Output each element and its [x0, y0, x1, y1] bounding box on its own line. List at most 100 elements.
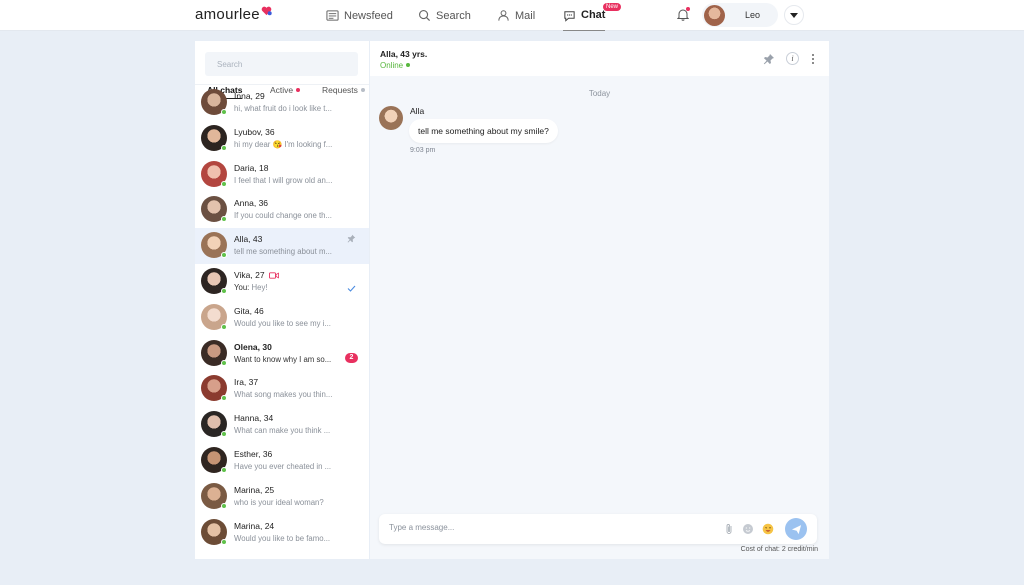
contact-name: Inna, 29 [234, 91, 265, 101]
chat-list-item[interactable]: Alla, 43 tell me something about m... [195, 228, 369, 264]
message-input[interactable] [389, 523, 689, 532]
online-indicator [221, 216, 227, 223]
last-message-preview: hi, what fruit do i look like t... [234, 104, 340, 113]
last-message-preview: tell me something about m... [234, 247, 340, 256]
contact-name: Vika, 27 [234, 270, 279, 280]
more-options-icon[interactable] [811, 53, 815, 65]
chat-list-item[interactable]: Esther, 36 Have you ever cheated in ... [195, 443, 369, 479]
read-check-icon [347, 285, 356, 292]
status-text: Online [380, 61, 404, 70]
pinned-icon [347, 234, 356, 243]
preview-text: Would you like to see my i... [234, 318, 331, 328]
info-button[interactable]: i [786, 52, 799, 65]
contact-name: Gita, 46 [234, 306, 264, 316]
chat-list-item[interactable]: Inna, 29 hi, what fruit do i look like t.… [195, 85, 369, 121]
nav-label: Search [436, 9, 471, 22]
logo[interactable]: amourlee [195, 6, 272, 23]
chat-list-item[interactable]: Daria, 18 I feel that I will grow old an.… [195, 157, 369, 193]
message-time: 9:03 pm [410, 147, 436, 154]
contact-name-text: Gita, 46 [234, 305, 264, 316]
last-message-preview: who is your ideal woman? [234, 498, 340, 507]
last-message-preview: Want to know why I am so... [234, 355, 340, 364]
profile-dropdown-button[interactable] [784, 5, 804, 25]
last-message-preview: What can make you think ... [234, 426, 340, 435]
contact-name: Daria, 18 [234, 163, 269, 173]
online-indicator [221, 144, 227, 151]
sticker-icon[interactable] [742, 523, 754, 535]
contact-name-text: Daria, 18 [234, 162, 269, 173]
preview-text: who is your ideal woman? [234, 497, 324, 507]
contact-name-text: Inna, 29 [234, 91, 265, 101]
user-name: Leo [745, 10, 761, 20]
chat-list-item[interactable]: Ira, 37 What song makes you thin... [195, 371, 369, 407]
user-profile-button[interactable]: Leo [702, 3, 778, 27]
nav-label: Mail [515, 9, 536, 22]
emoji-icon[interactable] [762, 523, 774, 535]
contact-name-text: Anna, 36 [234, 198, 269, 209]
contact-name-text: Olena, 30 [234, 341, 272, 352]
new-badge: New [603, 3, 622, 11]
contact-name-text: Esther, 36 [234, 448, 273, 459]
contact-name-text: Lyubov, 36 [234, 126, 275, 137]
unread-count-badge: 2 [345, 352, 358, 363]
sender-avatar[interactable] [379, 106, 403, 130]
preview-text: I feel that I will grow old an... [234, 175, 333, 185]
nav-newsfeed[interactable]: Newsfeed [326, 0, 393, 31]
search-input[interactable]: Search [205, 52, 358, 76]
chat-list: Inna, 29 hi, what fruit do i look like t.… [195, 84, 369, 547]
nav-label: Chat [581, 9, 606, 21]
contact-name: Olena, 30 [234, 342, 272, 352]
contact-name: Marina, 25 [234, 485, 274, 495]
nav-chat[interactable]: Chat New [563, 0, 622, 31]
chat-list-item[interactable]: Lyubov, 36 hi my dear 😘 I'm looking f... [195, 121, 369, 157]
search-icon [419, 10, 431, 22]
chat-partner-name[interactable]: Alla, 43 yrs. [380, 49, 427, 59]
contact-name-text: Alla, 43 [234, 234, 263, 245]
preview-text: hi my dear 😘 I'm looking f... [234, 139, 333, 149]
online-indicator [221, 395, 227, 402]
contact-name-text: Vika, 27 [234, 269, 265, 280]
online-status: Online [380, 61, 411, 70]
contact-name: Lyubov, 36 [234, 127, 275, 137]
pin-icon[interactable] [763, 53, 775, 65]
caret-down-icon [790, 12, 798, 18]
preview-text: tell me something about m... [234, 247, 332, 257]
last-message-preview: I feel that I will grow old an... [234, 176, 340, 185]
nav-mail[interactable]: Mail [497, 0, 535, 31]
preview-text: If you could change one th... [234, 211, 332, 221]
top-header: amourlee Newsfeed Search Mail Chat New L… [0, 0, 1024, 31]
attachment-icon[interactable] [723, 523, 735, 535]
notifications-button[interactable] [676, 7, 690, 21]
chat-list-item[interactable]: Anna, 36 If you could change one th... [195, 192, 369, 228]
last-message-preview: Have you ever cheated in ... [234, 462, 340, 471]
online-indicator [221, 502, 227, 509]
date-separator: Today [588, 89, 611, 98]
preview-text: Would you like to be famo... [234, 533, 331, 543]
logo-text: amourlee [195, 6, 260, 23]
heart-logo-icon [261, 6, 272, 15]
chat-list-item[interactable]: Marina, 25 who is your ideal woman? [195, 479, 369, 515]
chat-list-item[interactable]: Hanna, 34 What can make you think ... [195, 407, 369, 443]
preview-text: What can make you think ... [234, 426, 331, 436]
contact-name: Esther, 36 [234, 449, 272, 459]
online-indicator [221, 323, 227, 330]
online-indicator [221, 431, 227, 438]
send-button[interactable] [785, 518, 807, 540]
contact-name: Hanna, 34 [234, 413, 273, 423]
contact-name-text: Marina, 25 [234, 484, 275, 495]
chat-list-item[interactable]: Vika, 27 You: Hey! [195, 264, 369, 300]
contact-name: Anna, 36 [234, 198, 268, 208]
preview-prefix: You: [234, 282, 250, 292]
chat-header: Alla, 43 yrs. Online i [370, 41, 829, 76]
online-indicator [221, 538, 227, 545]
contact-name: Marina, 24 [234, 521, 274, 531]
chat-list-item[interactable]: Marina, 24 Would you like to be famo... [195, 515, 369, 547]
contact-name-text: Marina, 24 [234, 520, 275, 531]
chat-list-item[interactable]: Gita, 46 Would you like to see my i... [195, 300, 369, 336]
message-bubble: tell me something about my smile? [409, 119, 558, 143]
online-indicator [221, 287, 227, 294]
preview-text: hi, what fruit do i look like t... [234, 104, 332, 113]
chat-list-item[interactable]: Olena, 30 Want to know why I am so... 2 [195, 336, 369, 372]
last-message-preview: You: Hey! [234, 283, 340, 292]
nav-search[interactable]: Search [418, 0, 471, 31]
